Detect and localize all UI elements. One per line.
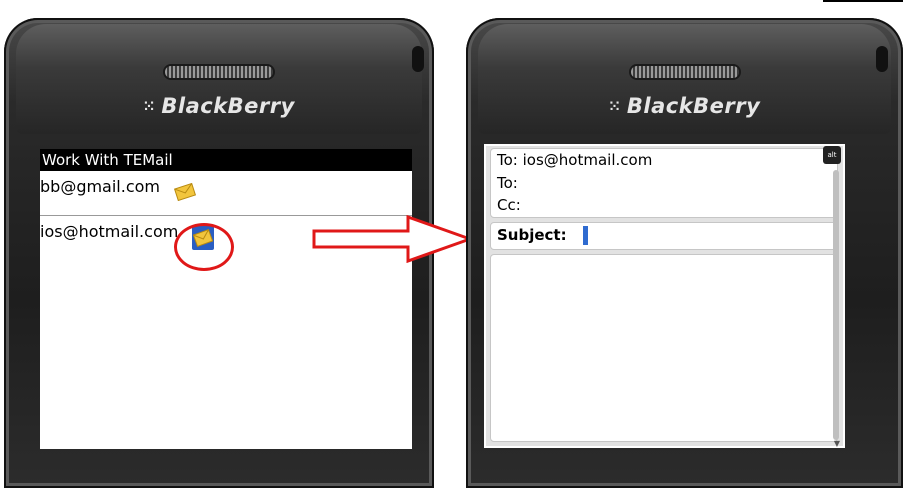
- message-body[interactable]: [490, 254, 838, 442]
- right-phone: ⁙ BlackBerry To: ios@hotmail.com To: Cc: …: [466, 18, 903, 488]
- brand-name: BlackBerry: [161, 94, 295, 118]
- cc-label: Cc:: [497, 196, 521, 214]
- notification-led: [412, 46, 424, 72]
- alt-indicator: alt: [823, 146, 841, 164]
- subject-field[interactable]: Subject:: [490, 222, 838, 250]
- contact-address: ios@hotmail.com: [40, 222, 179, 241]
- envelope-icon[interactable]: [173, 182, 197, 202]
- subject-label: Subject:: [497, 226, 567, 244]
- arrow-icon: [312, 215, 474, 263]
- compose-screen: To: ios@hotmail.com To: Cc: Subject: alt…: [484, 144, 845, 448]
- app-title: Work With TEMail: [40, 149, 412, 171]
- phone-bezel: ⁙ BlackBerry: [478, 24, 891, 134]
- to-label: To:: [497, 151, 518, 169]
- brand-logo: ⁙ BlackBerry: [478, 94, 891, 118]
- text-cursor: [583, 226, 588, 245]
- brand-name: BlackBerry: [626, 94, 761, 118]
- scroll-down-icon[interactable]: ▼: [834, 439, 840, 448]
- brand-logo: ⁙ BlackBerry: [16, 94, 422, 118]
- highlight-circle: [174, 223, 234, 271]
- cc-field[interactable]: Cc:: [497, 196, 521, 214]
- scrollbar[interactable]: [833, 170, 839, 440]
- blackberry-logo-icon: ⁙: [143, 99, 156, 115]
- top-edge-line: [823, 0, 903, 2]
- speaker-grille: [165, 66, 273, 78]
- to-value[interactable]: ios@hotmail.com: [523, 151, 653, 169]
- to2-field[interactable]: To:: [497, 174, 518, 192]
- phone-bezel: ⁙ BlackBerry: [16, 24, 424, 134]
- to2-label: To:: [497, 174, 518, 192]
- contact-address: bb@gmail.com: [40, 177, 161, 196]
- left-screen: Work With TEMail bb@gmail.com ios@hotmai…: [40, 149, 412, 449]
- notification-led: [876, 46, 888, 72]
- address-fields: To: ios@hotmail.com To: Cc:: [490, 148, 838, 218]
- speaker-grille: [630, 66, 739, 78]
- contact-row[interactable]: bb@gmail.com: [40, 171, 412, 213]
- blackberry-logo-icon: ⁙: [608, 99, 621, 115]
- to-field[interactable]: To: ios@hotmail.com: [497, 151, 652, 169]
